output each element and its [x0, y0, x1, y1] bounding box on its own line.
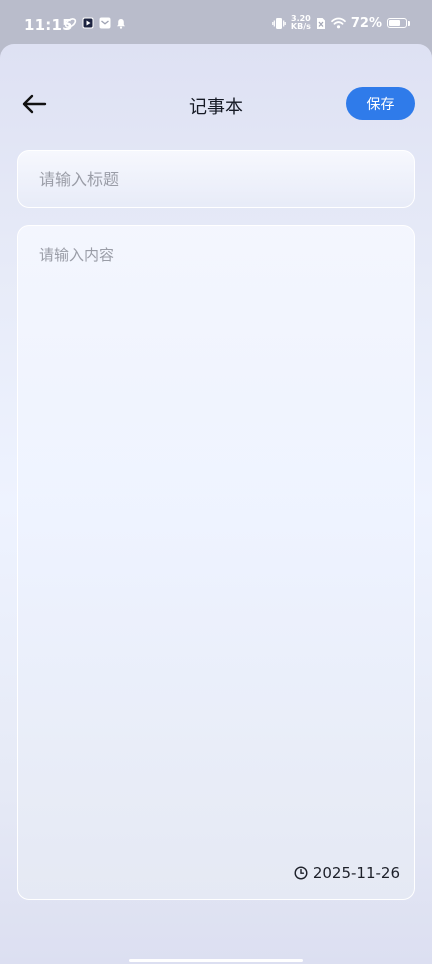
battery-icon	[387, 18, 410, 28]
battery-percent: 72%	[350, 15, 382, 31]
system-indicators: 3.20 KB/s 72%	[272, 15, 410, 31]
network-speed: 3.20 KB/s	[291, 15, 311, 31]
clock-icon	[294, 866, 308, 880]
notepad-screen: 记事本 保存 2025-11-26	[0, 44, 432, 964]
home-indicator[interactable]	[129, 959, 303, 962]
note-date-text: 2025-11-26	[312, 864, 400, 882]
vibrate-icon	[272, 17, 286, 30]
bell-icon	[116, 18, 126, 29]
note-content-field: 2025-11-26	[17, 225, 415, 900]
sim-off-icon	[316, 17, 326, 30]
note-date: 2025-11-26	[294, 864, 400, 882]
notification-icons	[64, 17, 126, 29]
note-title-input[interactable]	[37, 151, 391, 208]
mail-icon	[99, 17, 111, 29]
app-bar: 记事本 保存	[0, 44, 432, 162]
orbit-icon	[64, 17, 77, 29]
note-title-field	[17, 150, 415, 208]
save-button[interactable]: 保存	[346, 87, 415, 120]
play-app-icon	[82, 17, 94, 29]
wifi-icon	[331, 17, 346, 29]
status-bar: 11:15 3.20 KB/s 72%	[0, 0, 432, 44]
net-speed-unit: KB/s	[290, 22, 311, 31]
note-content-input[interactable]	[37, 242, 396, 826]
